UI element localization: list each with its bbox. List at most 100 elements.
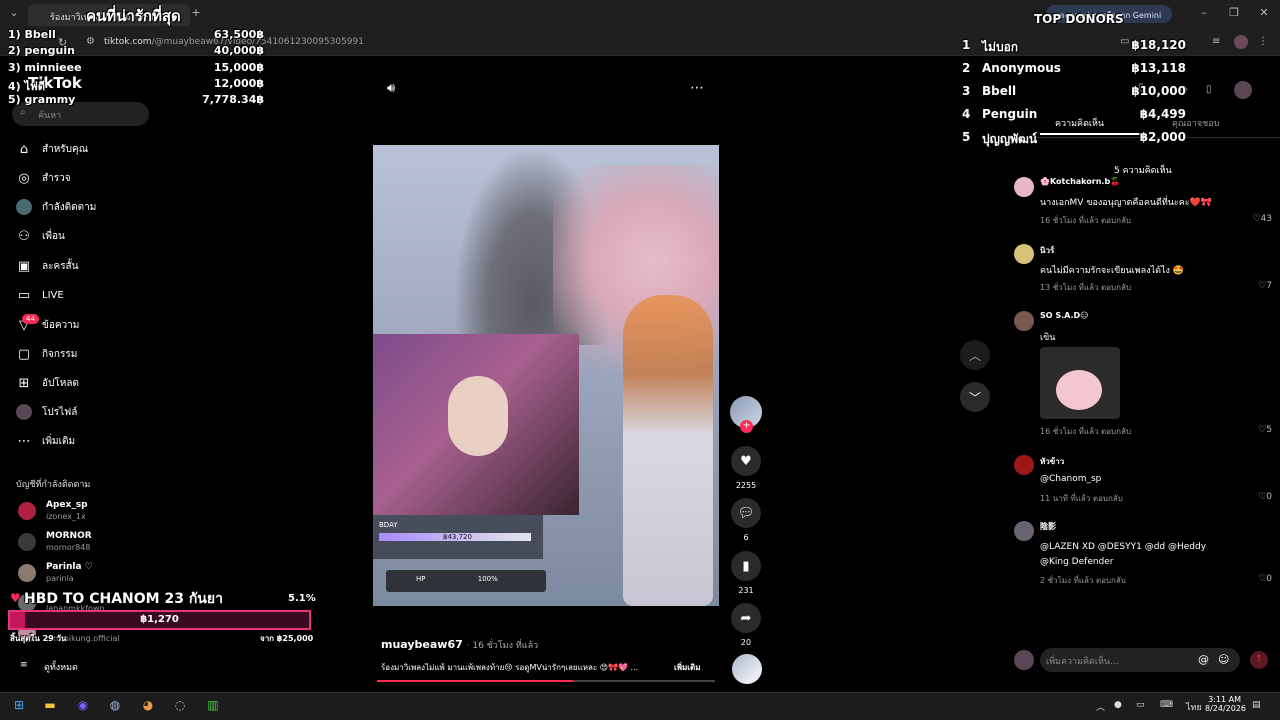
reply-button[interactable]: ตอบกลับ xyxy=(1096,576,1126,585)
donor-row: 3) minnieee 15,000฿ xyxy=(8,61,264,77)
nav-label: เพิ่มเติม xyxy=(42,435,76,447)
minimize-icon[interactable]: – xyxy=(1194,6,1214,19)
avatar[interactable] xyxy=(1014,244,1034,264)
see-all-icon: ≡ xyxy=(20,660,28,670)
donor-rank: 3 xyxy=(962,84,971,98)
comment-user[interactable]: 🌸Kotchakorn.b🍒 xyxy=(1040,177,1120,186)
clock[interactable]: 3:11 AM 8/24/2026 xyxy=(1205,695,1246,713)
nav-drama[interactable]: ▣ ละครสั้น xyxy=(16,255,79,277)
followed-account[interactable]: Parinla ♡ parinla xyxy=(18,562,158,588)
nav-upload[interactable]: ⊞ อัปโหลด xyxy=(16,372,79,394)
comment-text: @Chanom_sp xyxy=(1040,474,1102,484)
nav-profile[interactable]: โปรไฟล์ xyxy=(16,401,77,423)
send-comment-button[interactable]: ↑ xyxy=(1250,651,1268,669)
obs-icon[interactable]: ◌ xyxy=(172,698,188,714)
close-icon[interactable]: ✕ xyxy=(1254,6,1274,19)
nav-following[interactable]: กำลังติดตาม xyxy=(16,196,96,218)
volume-icon[interactable]: 🔊︎ xyxy=(387,81,395,96)
follow-plus-icon[interactable]: + xyxy=(740,420,753,433)
network-icon[interactable]: ▭ xyxy=(1136,700,1145,710)
comment-like-count: 5 xyxy=(1266,425,1272,435)
avatar[interactable] xyxy=(1014,177,1034,197)
notification-icon[interactable]: ▤ xyxy=(1252,700,1261,710)
save-button[interactable]: ▮ 231 xyxy=(731,551,761,595)
tab-search-icon[interactable]: ⌄ xyxy=(4,6,24,19)
share-button[interactable]: ➦ 20 xyxy=(731,603,761,647)
reply-button[interactable]: ตอบกลับ xyxy=(1101,427,1131,436)
following-header: บัญชีที่กำลังติดตาม xyxy=(16,480,91,490)
tray-chevron-icon[interactable]: ︿ xyxy=(1096,700,1105,713)
file-explorer-icon[interactable]: ▬ xyxy=(42,698,58,714)
caption-more-link[interactable]: เพิ่มเติม xyxy=(674,661,700,674)
more-options-icon[interactable]: ⋯ xyxy=(690,80,704,96)
steam-icon[interactable]: ◍ xyxy=(107,698,123,714)
avatar[interactable] xyxy=(1014,311,1034,331)
nav-label: ละครสั้น xyxy=(42,260,79,272)
bookmarks-icon[interactable]: ≡ xyxy=(1212,36,1220,47)
reply-button[interactable]: ตอบกลับ xyxy=(1101,216,1131,225)
comment-like[interactable]: ♡5 xyxy=(1258,425,1272,435)
comment-user[interactable]: SO S.A.D😑 xyxy=(1040,311,1089,320)
discord-icon[interactable]: ◉ xyxy=(75,698,91,714)
nav-for-you[interactable]: ⌂ สำหรับคุณ xyxy=(16,138,88,160)
emoji-icon[interactable]: ☺ xyxy=(1218,653,1229,666)
microphone-icon[interactable]: ● xyxy=(1114,700,1122,710)
comment-time: 2 ชั่วโมง ที่แล้ว xyxy=(1040,576,1094,585)
creator-name[interactable]: muaybeaw67 xyxy=(381,638,463,651)
top-donor-row: 2 Anonymous ฿13,118 xyxy=(962,61,1186,81)
comment-like[interactable]: ♡0 xyxy=(1258,574,1272,584)
inbox-icon[interactable]: ▯ xyxy=(1206,84,1212,95)
comment-user[interactable]: นิวร์ xyxy=(1040,244,1054,257)
donor-row: 5) grammy 7,778.34฿ xyxy=(8,93,264,109)
nav-explore[interactable]: ◎ สำรวจ xyxy=(16,167,71,189)
user-avatar[interactable] xyxy=(1234,81,1252,99)
windows-start-icon[interactable]: ⊞ xyxy=(11,698,27,714)
comment-user[interactable]: 陰影 xyxy=(1040,521,1056,532)
profile-avatar[interactable] xyxy=(1234,35,1248,49)
prev-video-button[interactable]: ︿ xyxy=(960,340,990,370)
music-disc-avatar[interactable] xyxy=(732,654,762,684)
comment-like[interactable]: ♡0 xyxy=(1258,492,1272,502)
reply-button[interactable]: ตอบกลับ xyxy=(1093,494,1123,503)
account-handle: parinla xyxy=(46,574,74,583)
nav-more[interactable]: ⋯ เพิ่มเติม xyxy=(16,430,76,452)
clock-time: 3:11 AM xyxy=(1208,695,1241,704)
comment-button[interactable]: 💬︎ 6 xyxy=(731,498,761,542)
comment-like[interactable]: ♡43 xyxy=(1252,214,1272,224)
language-indicator[interactable]: ไทย xyxy=(1186,700,1202,714)
mention-icon[interactable]: @ xyxy=(1198,653,1209,666)
avatar[interactable] xyxy=(1014,455,1034,475)
followed-account[interactable]: MORNOR mornor848 xyxy=(18,531,158,557)
like-button[interactable]: ♥ 2255 xyxy=(731,446,761,490)
keyboard-icon[interactable]: ⌨ xyxy=(1160,700,1173,710)
new-tab-icon[interactable]: + xyxy=(186,6,206,19)
donor-amount: ฿4,499 xyxy=(1139,107,1186,121)
avatar[interactable] xyxy=(1014,521,1034,541)
comment-item: 🌸Kotchakorn.b🍒 นางเอกMV ของอนุญาตคือคนดี… xyxy=(1012,177,1272,227)
nav-live[interactable]: ▭ LIVE xyxy=(16,284,64,306)
spreadsheet-icon[interactable]: ▥ xyxy=(205,698,221,714)
video-progress[interactable] xyxy=(377,680,715,682)
chevron-up-icon: ︿ xyxy=(968,348,981,363)
maximize-icon[interactable]: ❐ xyxy=(1224,6,1244,19)
comment-input[interactable]: เพิ่มความคิดเห็น... xyxy=(1040,648,1240,672)
comment-meta: 11 นาที ที่แล้ว ตอบกลับ xyxy=(1040,492,1123,505)
nav-activity[interactable]: ▢ กิจกรรม xyxy=(16,343,77,365)
donor-rank: 2 xyxy=(962,61,971,75)
nav-friends[interactable]: ⚇ เพื่อน xyxy=(16,225,65,247)
bookmark-icon: ▮ xyxy=(731,551,761,581)
comment-user[interactable]: หัวข้าว xyxy=(1040,455,1064,468)
reply-button[interactable]: ตอบกลับ xyxy=(1101,283,1131,292)
comment-time: 11 นาที ที่แล้ว xyxy=(1040,494,1091,503)
comment-like[interactable]: ♡7 xyxy=(1258,281,1272,291)
followed-account[interactable]: Apex_sp izonex_1x xyxy=(18,500,158,526)
donor-amount: 63,500฿ xyxy=(213,28,264,41)
menu-icon[interactable]: ⋮ xyxy=(1258,36,1268,47)
next-video-button[interactable]: ﹀ xyxy=(960,382,990,412)
see-all-link[interactable]: ดูทั้งหมด xyxy=(44,660,78,674)
comment-item: หัวข้าว @Chanom_sp 11 นาที ที่แล้ว ตอบกล… xyxy=(1012,455,1272,505)
donor-name: 1) Bbell xyxy=(8,28,56,41)
chrome-icon[interactable]: ◕ xyxy=(140,698,156,714)
nav-label: สำรวจ xyxy=(42,172,71,184)
overlay-title: คนที่น่ารักที่สุด xyxy=(86,7,181,25)
